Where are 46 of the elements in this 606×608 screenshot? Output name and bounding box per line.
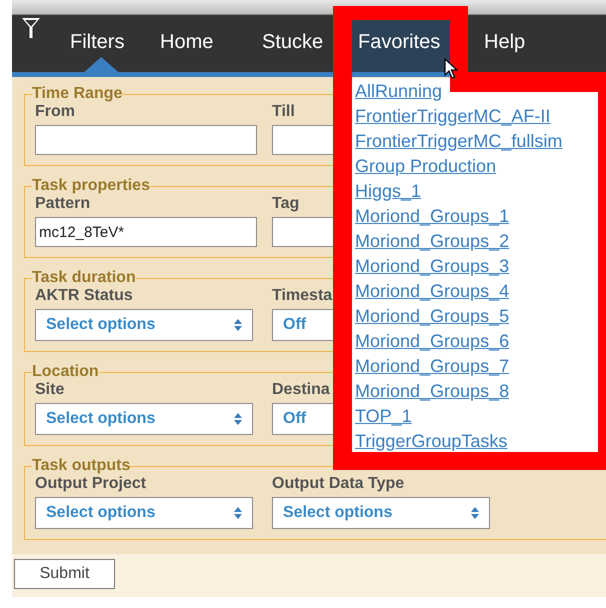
filter-icon[interactable] [21, 17, 41, 39]
text-field[interactable] [35, 125, 257, 155]
select-field[interactable]: Select options [272, 497, 490, 529]
field-label: Output Project [35, 475, 146, 493]
text-field[interactable]: mc12_8TeV* [35, 217, 257, 247]
sort-arrows-icon [234, 412, 242, 426]
nav-tab[interactable]: Stucke [250, 15, 324, 72]
submit-button[interactable]: Submit [14, 559, 115, 589]
favorite-link[interactable]: Moriond_Groups_6 [355, 329, 510, 354]
favorite-link[interactable]: FrontierTriggerMC_fullsim [355, 129, 562, 154]
select-field[interactable]: Select options [35, 403, 253, 435]
section-legend: Task outputs [32, 457, 130, 475]
select-field[interactable]: Select options [35, 497, 253, 529]
favorite-link[interactable]: Moriond_Groups_7 [355, 354, 510, 379]
favorite-link[interactable]: AllRunning [355, 79, 442, 104]
field-label: From [35, 103, 75, 121]
favorite-link[interactable]: TriggerGroupTasks [355, 429, 508, 454]
field-label: Pattern [35, 195, 90, 213]
favorite-link[interactable]: Moriond_Groups_8 [355, 379, 510, 404]
sort-arrows-icon [234, 506, 242, 520]
favorite-link[interactable]: Moriond_Groups_5 [355, 304, 510, 329]
field-label: Destina [272, 381, 330, 399]
nav-tab[interactable]: Home [148, 15, 214, 72]
sort-arrows-icon [234, 318, 242, 332]
field-label: Site [35, 381, 64, 399]
favorite-link[interactable]: Moriond_Groups_4 [355, 279, 510, 304]
field-label: AKTR Status [35, 287, 133, 305]
favorite-link[interactable]: Group Production [355, 154, 496, 179]
select-field[interactable]: Select options [35, 309, 253, 341]
section-legend: Task properties [32, 177, 150, 195]
field-label: Timesta [272, 287, 332, 305]
field-label: Output Data Type [272, 475, 404, 493]
field-label: Tag [272, 195, 300, 213]
favorite-link[interactable]: Moriond_Groups_1 [355, 204, 510, 229]
favorite-link[interactable]: Moriond_Groups_3 [355, 254, 510, 279]
favorite-link[interactable]: Higgs_1 [355, 179, 422, 204]
sort-arrows-icon [471, 506, 479, 520]
favorite-link[interactable]: TOP_1 [355, 404, 412, 429]
section-legend: Time Range [32, 85, 122, 103]
favorite-link[interactable]: Moriond_Groups_2 [355, 229, 510, 254]
field-label: Till [272, 103, 295, 121]
favorite-link[interactable]: FrontierTriggerMC_AF-II [355, 104, 550, 129]
nav-tab[interactable]: Help [472, 15, 526, 72]
section-legend: Task duration [32, 269, 136, 287]
section-legend: Location [32, 363, 99, 381]
nav-tab[interactable]: Favorites [352, 19, 450, 72]
